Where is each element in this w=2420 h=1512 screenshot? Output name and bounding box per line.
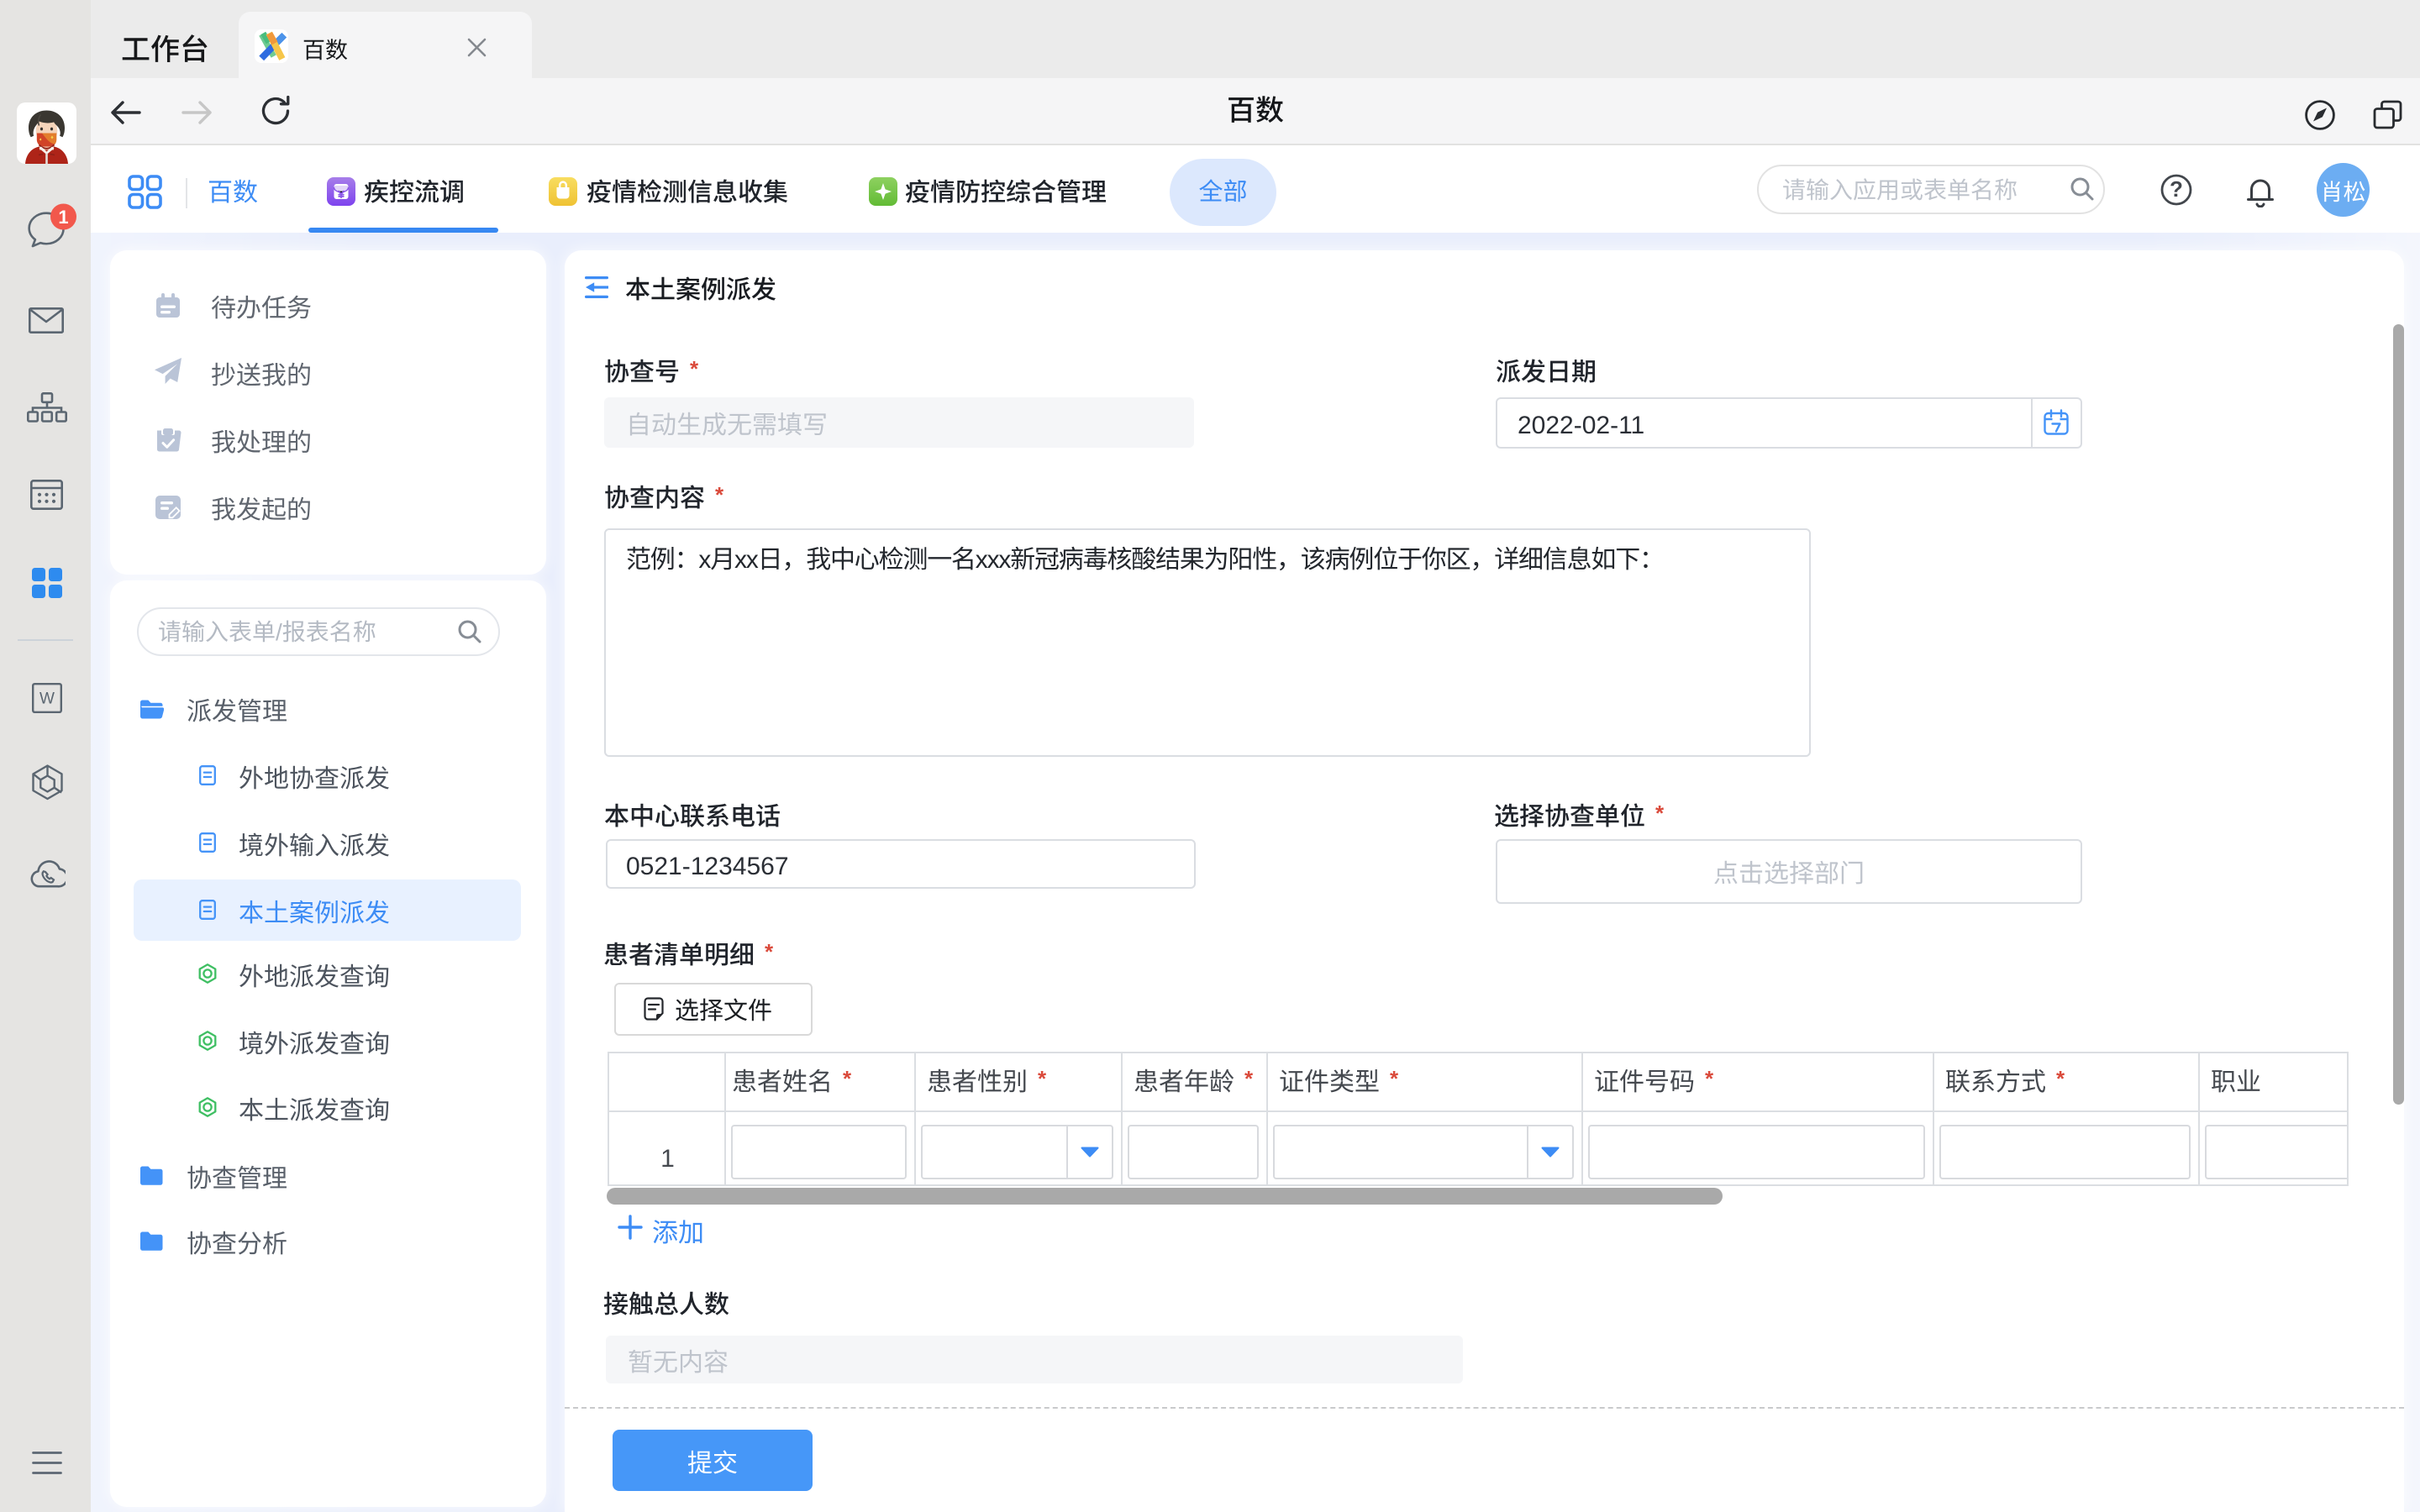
- svg-text:W: W: [39, 690, 55, 708]
- svg-text:?: ?: [2170, 176, 2183, 202]
- svg-text:1: 1: [58, 207, 68, 228]
